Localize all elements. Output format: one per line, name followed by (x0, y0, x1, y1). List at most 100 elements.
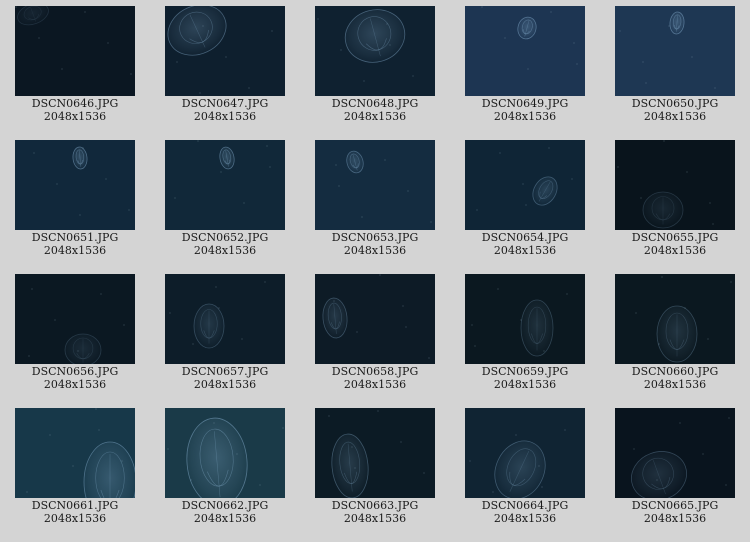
thumbnail-dimensions: 2048x1536 (343, 378, 407, 391)
thumbnail-dimensions: 2048x1536 (643, 512, 707, 525)
thumbnail-filename: DSCN0664.JPG (481, 499, 569, 512)
thumbnail-image[interactable] (615, 274, 735, 364)
thumbnail-filename: DSCN0649.JPG (481, 97, 569, 110)
jellyfish-shape (642, 191, 684, 229)
thumbnail-image[interactable] (615, 408, 735, 498)
thumbnail-image[interactable] (315, 140, 435, 230)
thumbnail-item[interactable]: DSCN0653.JPG 2048x1536 (300, 134, 450, 268)
thumbnail-filename: DSCN0648.JPG (331, 97, 419, 110)
jellyfish-shape (520, 299, 554, 357)
thumbnail-filename: DSCN0650.JPG (631, 97, 719, 110)
thumbnail-image[interactable] (615, 6, 735, 96)
jellyfish-shape (656, 305, 698, 363)
jellyfish-photo (615, 6, 735, 96)
thumbnail-image[interactable] (615, 140, 735, 230)
thumbnail-dimensions: 2048x1536 (43, 378, 107, 391)
thumbnail-filename: DSCN0647.JPG (181, 97, 269, 110)
thumbnail-image[interactable] (15, 274, 135, 364)
jellyfish-photo (15, 140, 135, 230)
thumbnail-item[interactable]: DSCN0654.JPG 2048x1536 (450, 134, 600, 268)
thumbnail-dimensions: 2048x1536 (643, 378, 707, 391)
thumbnail-item[interactable]: DSCN0652.JPG 2048x1536 (150, 134, 300, 268)
thumbnail-item[interactable]: DSCN0648.JPG 2048x1536 (300, 0, 450, 134)
thumbnail-dimensions: 2048x1536 (343, 512, 407, 525)
thumbnail-item[interactable]: DSCN0661.JPG 2048x1536 (0, 402, 150, 536)
thumbnail-filename: DSCN0658.JPG (331, 365, 419, 378)
thumbnail-item[interactable]: DSCN0659.JPG 2048x1536 (450, 268, 600, 402)
thumbnail-dimensions: 2048x1536 (343, 244, 407, 257)
jellyfish-photo (165, 6, 285, 96)
jellyfish-photo (615, 274, 735, 364)
thumbnail-image[interactable] (315, 6, 435, 96)
jellyfish-photo (315, 140, 435, 230)
thumbnail-image[interactable] (465, 6, 585, 96)
thumbnail-image[interactable] (15, 408, 135, 498)
jellyfish-photo (15, 6, 135, 96)
thumbnail-dimensions: 2048x1536 (643, 110, 707, 123)
thumbnail-image[interactable] (315, 274, 435, 364)
thumbnail-image[interactable] (15, 6, 135, 96)
thumbnail-filename: DSCN0652.JPG (181, 231, 269, 244)
thumbnail-filename: DSCN0662.JPG (181, 499, 269, 512)
jellyfish-shape (193, 303, 225, 349)
jellyfish-photo (15, 408, 135, 498)
jellyfish-shape (64, 333, 102, 364)
thumbnail-dimensions: 2048x1536 (193, 244, 257, 257)
thumbnail-filename: DSCN0657.JPG (181, 365, 269, 378)
thumbnail-dimensions: 2048x1536 (43, 244, 107, 257)
thumbnail-filename: DSCN0663.JPG (331, 499, 419, 512)
jellyfish-photo (315, 6, 435, 96)
thumbnail-item[interactable]: DSCN0649.JPG 2048x1536 (450, 0, 600, 134)
thumbnail-filename: DSCN0646.JPG (31, 97, 119, 110)
thumbnail-filename: DSCN0653.JPG (331, 231, 419, 244)
jellyfish-photo (465, 408, 585, 498)
thumbnail-item[interactable]: DSCN0651.JPG 2048x1536 (0, 134, 150, 268)
thumbnail-filename: DSCN0655.JPG (631, 231, 719, 244)
thumbnail-filename: DSCN0665.JPG (631, 499, 719, 512)
thumbnail-item[interactable]: DSCN0660.JPG 2048x1536 (600, 268, 750, 402)
thumbnail-image[interactable] (15, 140, 135, 230)
thumbnail-dimensions: 2048x1536 (343, 110, 407, 123)
jellyfish-photo (315, 274, 435, 364)
jellyfish-photo (465, 6, 585, 96)
thumbnail-dimensions: 2048x1536 (193, 110, 257, 123)
thumbnail-dimensions: 2048x1536 (493, 378, 557, 391)
thumbnail-item[interactable]: DSCN0663.JPG 2048x1536 (300, 402, 450, 536)
thumbnail-filename: DSCN0661.JPG (31, 499, 119, 512)
jellyfish-photo (465, 274, 585, 364)
thumbnail-dimensions: 2048x1536 (493, 512, 557, 525)
thumbnail-item[interactable]: DSCN0657.JPG 2048x1536 (150, 268, 300, 402)
thumbnail-dimensions: 2048x1536 (193, 378, 257, 391)
jellyfish-photo (165, 274, 285, 364)
thumbnail-dimensions: 2048x1536 (43, 110, 107, 123)
thumbnail-item[interactable]: DSCN0662.JPG 2048x1536 (150, 402, 300, 536)
thumbnail-image[interactable] (165, 6, 285, 96)
thumbnail-item[interactable]: DSCN0665.JPG 2048x1536 (600, 402, 750, 536)
thumbnail-filename: DSCN0656.JPG (31, 365, 119, 378)
thumbnail-image[interactable] (165, 140, 285, 230)
jellyfish-photo (165, 140, 285, 230)
jellyfish-photo (165, 408, 285, 498)
thumbnail-item[interactable]: DSCN0664.JPG 2048x1536 (450, 402, 600, 536)
thumbnail-item[interactable]: DSCN0655.JPG 2048x1536 (600, 134, 750, 268)
thumbnail-dimensions: 2048x1536 (43, 512, 107, 525)
thumbnail-item[interactable]: DSCN0650.JPG 2048x1536 (600, 0, 750, 134)
thumbnail-image[interactable] (315, 408, 435, 498)
thumbnail-gallery: DSCN0646.JPG 2048x1536 DSCN0647.JPG 2048x15… (0, 0, 750, 542)
thumbnail-item[interactable]: DSCN0656.JPG 2048x1536 (0, 268, 150, 402)
jellyfish-photo (15, 274, 135, 364)
thumbnail-image[interactable] (465, 140, 585, 230)
jellyfish-photo (465, 140, 585, 230)
thumbnail-dimensions: 2048x1536 (193, 512, 257, 525)
thumbnail-image[interactable] (465, 408, 585, 498)
thumbnail-filename: DSCN0654.JPG (481, 231, 569, 244)
thumbnail-filename: DSCN0659.JPG (481, 365, 569, 378)
thumbnail-item[interactable]: DSCN0647.JPG 2048x1536 (150, 0, 300, 134)
jellyfish-photo (615, 408, 735, 498)
thumbnail-item[interactable]: DSCN0646.JPG 2048x1536 (0, 0, 150, 134)
thumbnail-image[interactable] (165, 408, 285, 498)
jellyfish-photo (315, 408, 435, 498)
thumbnail-item[interactable]: DSCN0658.JPG 2048x1536 (300, 268, 450, 402)
thumbnail-image[interactable] (465, 274, 585, 364)
thumbnail-image[interactable] (165, 274, 285, 364)
